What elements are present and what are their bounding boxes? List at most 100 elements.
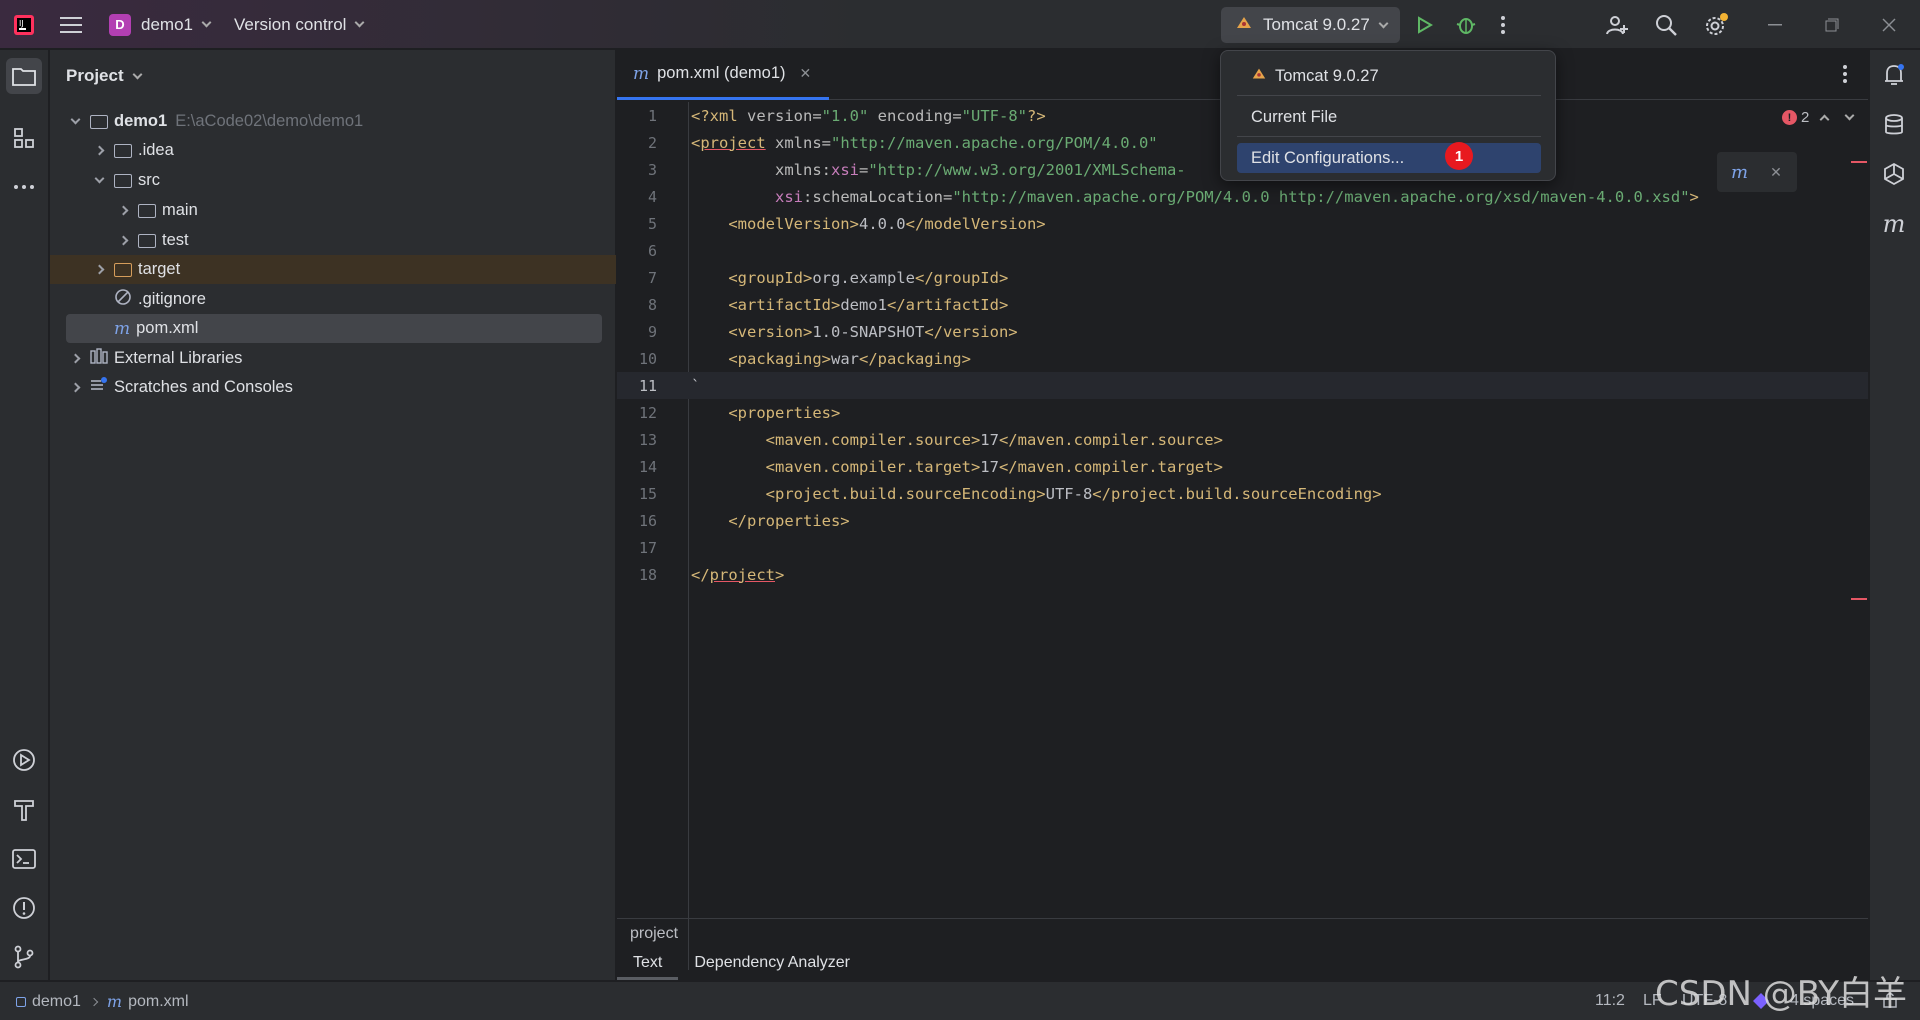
database-icon[interactable] bbox=[1876, 107, 1912, 143]
chevron-right-icon[interactable] bbox=[66, 382, 84, 393]
search-icon[interactable] bbox=[1654, 0, 1678, 49]
maven-tool-icon[interactable]: m bbox=[1876, 206, 1912, 242]
menu-item-edit-configurations[interactable]: Edit Configurations... bbox=[1237, 143, 1541, 173]
tree-item-idea[interactable]: .idea bbox=[50, 136, 616, 165]
code-with-me-icon[interactable] bbox=[1605, 0, 1629, 49]
code-line-7: 7 <groupId>org.example</groupId> bbox=[647, 268, 1009, 287]
chevron-down-icon[interactable] bbox=[90, 173, 108, 184]
run-button[interactable] bbox=[1414, 0, 1434, 49]
step-number-badge: 1 bbox=[1445, 142, 1473, 170]
git-tool-icon[interactable] bbox=[6, 939, 42, 975]
settings-gear-icon[interactable] bbox=[1703, 0, 1729, 49]
tree-item-label: pom.xml bbox=[136, 319, 199, 337]
ai-assistant-icon[interactable] bbox=[1876, 156, 1912, 192]
tomcat-icon bbox=[1235, 14, 1253, 37]
more-actions-icon[interactable] bbox=[1500, 0, 1506, 49]
tab-options-icon[interactable] bbox=[1842, 64, 1848, 89]
chevron-right-icon[interactable] bbox=[66, 353, 84, 364]
terminal-tool-icon[interactable] bbox=[6, 841, 42, 877]
chevron-down-icon bbox=[355, 17, 365, 28]
chevron-right-icon[interactable] bbox=[114, 205, 132, 216]
menu-separator bbox=[1237, 136, 1541, 137]
code-line-17: 17 bbox=[638, 538, 657, 557]
folder-icon bbox=[114, 143, 132, 158]
tree-item-pom-xml[interactable]: m pom.xml bbox=[66, 314, 602, 343]
code-line-4: 4 xsi:schemaLocation="http://maven.apach… bbox=[647, 187, 1699, 206]
version-control-menu[interactable]: Version control bbox=[234, 0, 365, 49]
status-crumb-file[interactable]: pom.xml bbox=[128, 993, 188, 1011]
tree-item-gitignore[interactable]: .gitignore bbox=[50, 285, 616, 314]
maven-file-icon: m bbox=[106, 992, 123, 1011]
notifications-icon[interactable] bbox=[1876, 57, 1912, 93]
restore-window-icon[interactable] bbox=[1825, 0, 1839, 49]
code-line-18: 18 </project> bbox=[638, 565, 785, 584]
tree-item-label: test bbox=[162, 231, 189, 249]
project-panel-title[interactable]: Project bbox=[66, 66, 143, 86]
main-menu-icon[interactable] bbox=[60, 0, 82, 49]
ignore-file-icon bbox=[114, 288, 132, 311]
code-line-11-current: 11 ` bbox=[617, 372, 1868, 399]
project-badge: D bbox=[109, 13, 131, 36]
tab-label: pom.xml (demo1) bbox=[657, 64, 786, 82]
tree-item-label: main bbox=[162, 201, 198, 219]
code-line-12: 12 <properties> bbox=[638, 403, 841, 422]
chevron-right-icon[interactable] bbox=[90, 145, 108, 156]
tab-pom-xml[interactable]: m pom.xml (demo1) ✕ bbox=[617, 50, 829, 100]
project-tool-icon[interactable] bbox=[6, 58, 42, 94]
csdn-watermark: CSDN @BY白羊 bbox=[1655, 974, 1907, 1014]
tree-item-label: src bbox=[138, 171, 160, 189]
tree-item-external-libraries[interactable]: External Libraries bbox=[50, 344, 616, 373]
maven-file-icon: m bbox=[633, 63, 650, 84]
tree-item-target[interactable]: target bbox=[50, 255, 616, 284]
menu-item-tomcat[interactable]: Tomcat 9.0.27 bbox=[1237, 61, 1541, 91]
right-tool-strip: m bbox=[1869, 50, 1920, 980]
code-line-8: 8 <artifactId>demo1</artifactId> bbox=[647, 295, 1009, 314]
editor-breadcrumb[interactable]: project bbox=[617, 918, 1868, 950]
tab-dependency-analyzer[interactable]: Dependency Analyzer bbox=[678, 950, 866, 980]
svg-text:IJ: IJ bbox=[19, 19, 24, 28]
tree-item-label: target bbox=[138, 260, 181, 278]
version-control-label: Version control bbox=[234, 14, 347, 34]
minimize-window-icon[interactable] bbox=[1768, 0, 1782, 49]
tree-item-label: Scratches and Consoles bbox=[114, 378, 293, 396]
tab-text[interactable]: Text bbox=[617, 950, 679, 980]
tomcat-icon bbox=[1251, 66, 1267, 87]
left-tool-strip bbox=[0, 50, 49, 980]
folder-icon bbox=[138, 233, 156, 248]
project-switcher[interactable]: D demo1 bbox=[109, 0, 212, 49]
debug-button[interactable] bbox=[1455, 0, 1477, 49]
code-line-5: 5 <modelVersion>4.0.0</modelVersion> bbox=[647, 214, 1046, 233]
code-line-10: 10 <packaging>war</packaging> bbox=[638, 349, 971, 368]
tree-item-demo1[interactable]: demo1 E:\aCode02\demo\demo1 bbox=[50, 107, 616, 136]
close-window-icon[interactable] bbox=[1882, 0, 1896, 49]
folder-icon bbox=[138, 203, 156, 218]
editor-area: m pom.xml (demo1) ✕ ! 2 m ✕ 1 <?xml versi… bbox=[617, 50, 1868, 980]
close-tab-icon[interactable]: ✕ bbox=[800, 65, 812, 82]
project-name: demo1 bbox=[141, 14, 193, 34]
error-stripe-mark[interactable] bbox=[1851, 598, 1867, 600]
tree-item-src[interactable]: src bbox=[50, 166, 616, 195]
build-tool-icon[interactable] bbox=[6, 792, 42, 828]
status-crumb-project[interactable]: demo1 bbox=[32, 993, 81, 1011]
menu-item-current-file[interactable]: Current File bbox=[1237, 102, 1541, 132]
tree-item-scratches[interactable]: Scratches and Consoles bbox=[50, 373, 616, 402]
problems-tool-icon[interactable] bbox=[6, 890, 42, 926]
cursor-position[interactable]: 11:2 bbox=[1595, 992, 1625, 1010]
code-line-14: 14 <maven.compiler.target>17</maven.comp… bbox=[638, 457, 1223, 476]
tree-item-label: External Libraries bbox=[114, 349, 243, 367]
chevron-right-icon[interactable] bbox=[114, 235, 132, 246]
code-line-6: 6 bbox=[647, 241, 657, 260]
chevron-right-icon[interactable] bbox=[90, 264, 108, 275]
code-line-13: 13 <maven.compiler.source>17</maven.comp… bbox=[638, 430, 1223, 449]
status-breadcrumb: demo1 m pom.xml bbox=[16, 992, 189, 1011]
tree-item-main[interactable]: main bbox=[50, 196, 616, 225]
structure-tool-icon[interactable] bbox=[6, 120, 42, 156]
services-tool-icon[interactable] bbox=[6, 742, 42, 778]
chevron-down-icon[interactable] bbox=[66, 114, 84, 125]
tree-item-test[interactable]: test bbox=[50, 226, 616, 255]
more-tools-icon[interactable] bbox=[6, 169, 42, 205]
maven-file-icon: m bbox=[114, 318, 131, 339]
run-config-selector[interactable]: Tomcat 9.0.27 bbox=[1221, 7, 1400, 43]
tree-item-label: .idea bbox=[138, 141, 174, 159]
intellij-logo-icon[interactable]: IJ bbox=[12, 0, 36, 49]
